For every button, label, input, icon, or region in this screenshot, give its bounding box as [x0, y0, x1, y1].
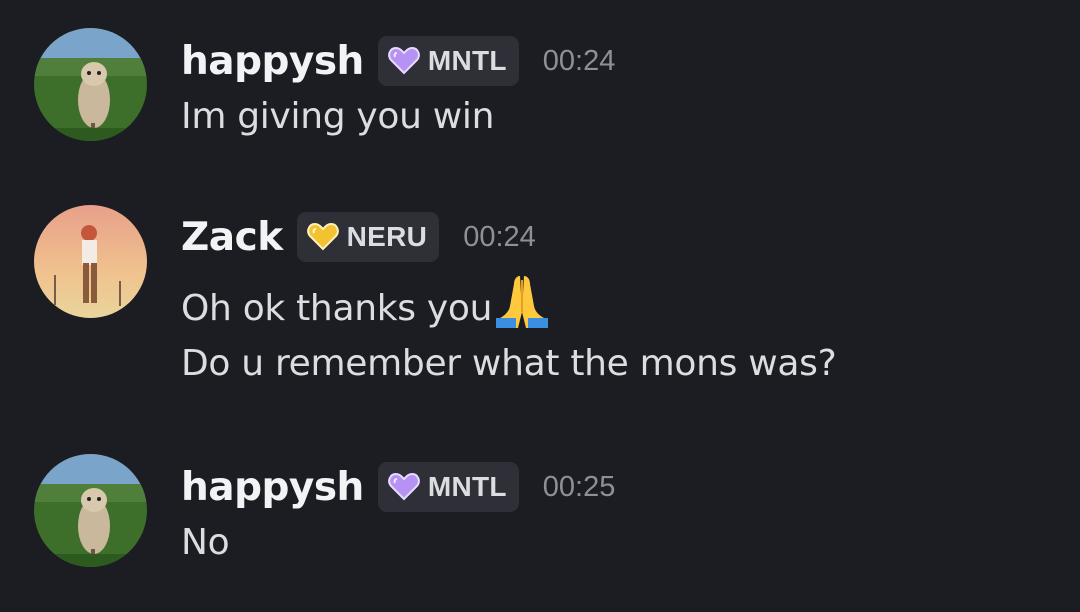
- guild-tag-label: NERU: [346, 221, 428, 252]
- message-text: Im giving you win: [181, 96, 495, 137]
- guild-tag[interactable]: MNTL: [377, 36, 519, 86]
- username[interactable]: happysh: [181, 39, 364, 84]
- heart-badge-icon: [388, 47, 420, 75]
- timestamp: 00:24: [463, 220, 536, 253]
- message-text: Do u remember what the mons was?: [181, 343, 837, 384]
- avatar[interactable]: [34, 28, 147, 141]
- guild-tag[interactable]: NERU: [296, 212, 440, 262]
- message-text: Oh ok thanks you: [181, 272, 552, 329]
- message-text-content: Oh ok thanks you: [181, 288, 493, 329]
- username[interactable]: Zack: [181, 215, 283, 260]
- heart-badge-icon: [388, 473, 420, 501]
- guild-tag-label: MNTL: [427, 471, 507, 502]
- guild-tag[interactable]: MNTL: [377, 462, 519, 512]
- chat-message-list: happysh MNTL 00:24 Im giving you win Zac…: [0, 0, 1080, 612]
- avatar[interactable]: [34, 454, 147, 567]
- message-text: No: [181, 522, 230, 563]
- folded-hands-emoji-icon: [492, 272, 552, 328]
- guild-tag-label: MNTL: [427, 45, 507, 76]
- heart-badge-icon: [306, 223, 339, 251]
- avatar[interactable]: [34, 205, 147, 318]
- username[interactable]: happysh: [181, 465, 364, 510]
- timestamp: 00:24: [542, 44, 616, 77]
- timestamp: 00:25: [542, 470, 616, 503]
